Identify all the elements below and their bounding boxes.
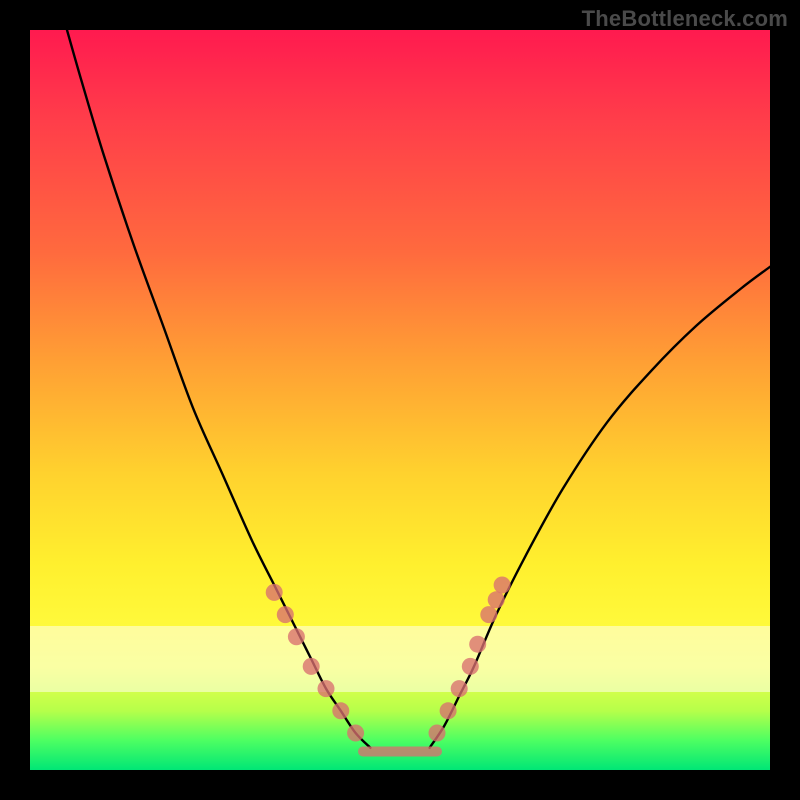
data-marker (480, 606, 497, 623)
data-marker (277, 606, 294, 623)
data-marker (451, 680, 468, 697)
data-marker (440, 702, 457, 719)
data-marker (429, 725, 446, 742)
curve-layer (30, 30, 770, 770)
right-curve (430, 267, 770, 748)
data-marker (332, 702, 349, 719)
chart-frame: TheBottleneck.com (0, 0, 800, 800)
watermark-text: TheBottleneck.com (582, 6, 788, 32)
markers-left (266, 584, 364, 742)
data-marker (288, 628, 305, 645)
data-marker (347, 725, 364, 742)
data-marker (318, 680, 335, 697)
data-marker (266, 584, 283, 601)
data-marker (494, 577, 511, 594)
data-marker (303, 658, 320, 675)
data-marker (469, 636, 486, 653)
markers-right (429, 577, 511, 742)
data-marker (488, 591, 505, 608)
data-marker (462, 658, 479, 675)
plot-area (30, 30, 770, 770)
left-curve (67, 30, 370, 748)
